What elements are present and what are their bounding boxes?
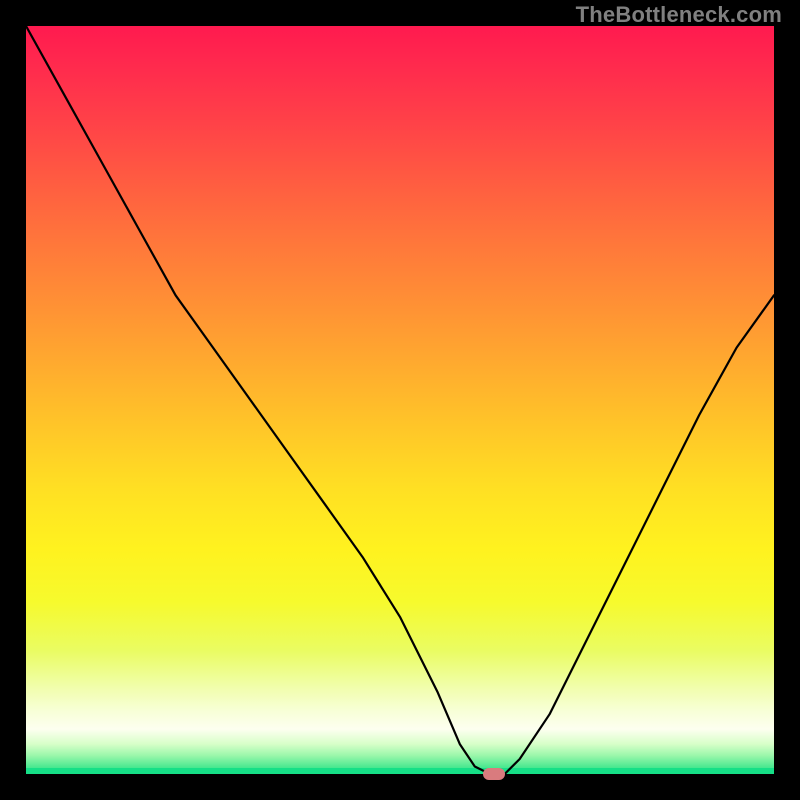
plot-area [26,26,774,774]
optimum-marker [483,768,505,780]
bottleneck-curve [26,26,774,774]
chart-frame: TheBottleneck.com [0,0,800,800]
watermark-text: TheBottleneck.com [576,2,782,28]
